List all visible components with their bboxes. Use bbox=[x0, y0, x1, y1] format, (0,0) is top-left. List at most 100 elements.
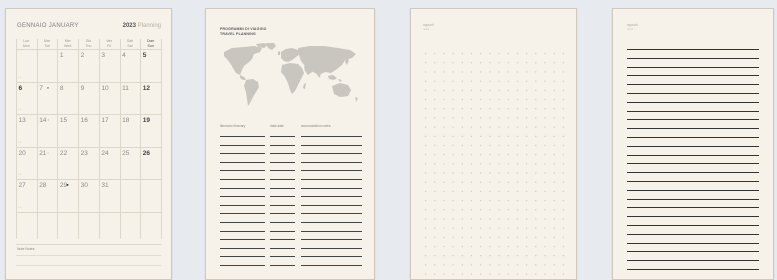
calendar-date[interactable]: 10 bbox=[101, 85, 108, 92]
ruled-line bbox=[627, 216, 759, 218]
travel-row-line bbox=[270, 170, 295, 172]
ruled-line bbox=[627, 57, 759, 59]
calendar-date[interactable]: 27 bbox=[19, 182, 26, 189]
calendar-date[interactable]: 8 bbox=[60, 85, 64, 92]
day-name: Ven Fri bbox=[99, 39, 120, 48]
notes-line bbox=[16, 255, 161, 256]
calendar-date[interactable]: 7 bbox=[39, 85, 43, 92]
calendar-date[interactable]: 1 bbox=[60, 52, 64, 59]
travel-row-line bbox=[270, 136, 295, 137]
travel-title-en: TRAVEL PLANNING bbox=[220, 32, 256, 36]
calendar-date[interactable]: 31 bbox=[101, 182, 108, 189]
calendar-date[interactable]: 19 bbox=[143, 117, 150, 124]
ruled-line bbox=[627, 128, 759, 130]
calendar-date[interactable]: 22 bbox=[60, 150, 67, 157]
travel-row-line bbox=[220, 144, 265, 146]
grid-col-line bbox=[161, 39, 162, 239]
day-name: Mar Tue bbox=[37, 39, 58, 48]
day-name: Sab Sat bbox=[120, 39, 141, 48]
travel-row-line bbox=[220, 239, 265, 241]
notes-line bbox=[16, 265, 161, 266]
year-number: 2023 bbox=[122, 23, 136, 29]
ruled-line bbox=[627, 154, 759, 156]
travel-row-line bbox=[270, 239, 295, 241]
ruled-line bbox=[627, 181, 759, 182]
calendar-date[interactable]: 2 bbox=[81, 52, 85, 59]
calendar-date[interactable]: 12 bbox=[143, 85, 150, 92]
travel-row-line bbox=[270, 230, 295, 232]
calendar-date[interactable]: 25 bbox=[122, 150, 129, 157]
week-marker: • • ◦ bbox=[18, 75, 23, 79]
calendar-date[interactable]: 5 bbox=[143, 52, 147, 59]
week-marker: • • ◦ bbox=[18, 108, 23, 111]
moon-phase-icon: ● bbox=[66, 182, 69, 187]
travel-row-line bbox=[270, 153, 295, 155]
day-name-en: Wed bbox=[64, 43, 72, 48]
day-name: Lun Mon bbox=[16, 39, 37, 48]
calendar-date[interactable]: 24 bbox=[101, 150, 108, 157]
travel-row-line bbox=[270, 256, 295, 258]
travel-row-line bbox=[301, 196, 362, 198]
notes-label: Note Notes bbox=[17, 247, 35, 251]
ruled-line bbox=[627, 101, 759, 103]
calendar-date[interactable]: 20 bbox=[19, 150, 26, 157]
ruled-line bbox=[627, 207, 759, 209]
travel-row-line bbox=[270, 265, 295, 266]
calendar-date[interactable]: 30 bbox=[81, 182, 88, 189]
calendar-date[interactable]: 9 bbox=[81, 85, 85, 92]
calendar-date[interactable]: 11 bbox=[122, 85, 129, 92]
ruled-line bbox=[627, 172, 759, 174]
ruled-line bbox=[627, 49, 759, 50]
calendar-date[interactable]: 13 bbox=[19, 117, 26, 124]
ruled-line bbox=[627, 119, 759, 121]
calendar-date[interactable]: 17 bbox=[101, 117, 108, 124]
ruled-line bbox=[627, 145, 759, 147]
travel-row-line bbox=[220, 247, 265, 249]
grid-col-line bbox=[36, 39, 38, 239]
travel-row-line bbox=[220, 230, 265, 232]
calendar-date[interactable]: 23 bbox=[81, 150, 88, 157]
ruled-line bbox=[627, 66, 759, 68]
travel-row-line bbox=[220, 187, 265, 189]
travel-row-line bbox=[270, 161, 295, 163]
ruled-line bbox=[627, 75, 759, 77]
grid-col-line bbox=[119, 39, 121, 239]
month-label: GENNAIO JANUARY bbox=[17, 23, 79, 29]
day-name-en: Sat bbox=[127, 43, 133, 48]
grid-row-line bbox=[16, 81, 161, 83]
travel-row-line bbox=[270, 204, 295, 206]
ruled-line bbox=[627, 189, 759, 191]
calendar-date[interactable]: 3 bbox=[101, 52, 105, 59]
column-date: data date bbox=[270, 124, 284, 128]
grid-col-line bbox=[78, 39, 80, 239]
travel-row-line bbox=[220, 196, 265, 198]
calendar-date[interactable]: 26 bbox=[143, 150, 150, 157]
calendar-date[interactable]: 28 bbox=[39, 182, 46, 189]
travel-row-line bbox=[301, 239, 362, 241]
calendar-header: GENNAIO JANUARY 2023 Planning bbox=[17, 23, 161, 35]
travel-row-line bbox=[220, 136, 265, 137]
calendar-date[interactable]: 6 bbox=[19, 85, 23, 92]
travel-row-line bbox=[270, 196, 295, 198]
calendar-date[interactable]: 14 bbox=[39, 117, 46, 124]
calendar-date[interactable]: 21 bbox=[39, 150, 46, 157]
travel-row-line bbox=[301, 230, 362, 232]
travel-row-line bbox=[301, 179, 362, 180]
day-name-en: Tue bbox=[44, 43, 50, 48]
calendar-date[interactable]: 16 bbox=[81, 117, 88, 124]
calendar-grid: Lun Mon Mar Tue Mer Wed Gio Thu Ven Fri Sab Sat Dom S… bbox=[16, 39, 162, 245]
dot-grid-page: appunti notes bbox=[410, 8, 577, 280]
calendar-date[interactable]: 15 bbox=[60, 117, 67, 124]
travel-row-line bbox=[301, 213, 362, 215]
travel-row-line bbox=[220, 204, 265, 206]
ruled-line bbox=[627, 269, 759, 270]
calendar-date[interactable]: 4 bbox=[122, 52, 126, 59]
travel-row-line bbox=[220, 153, 265, 155]
calendar-date[interactable]: 18 bbox=[122, 117, 129, 124]
travel-row-line bbox=[301, 256, 362, 258]
week-marker: • • ◦ bbox=[18, 205, 23, 209]
ruled-line bbox=[627, 93, 759, 94]
ruled-line bbox=[627, 110, 759, 112]
column-itinerary: itinerario itinerary bbox=[220, 124, 246, 128]
grid-col-line bbox=[140, 39, 142, 239]
